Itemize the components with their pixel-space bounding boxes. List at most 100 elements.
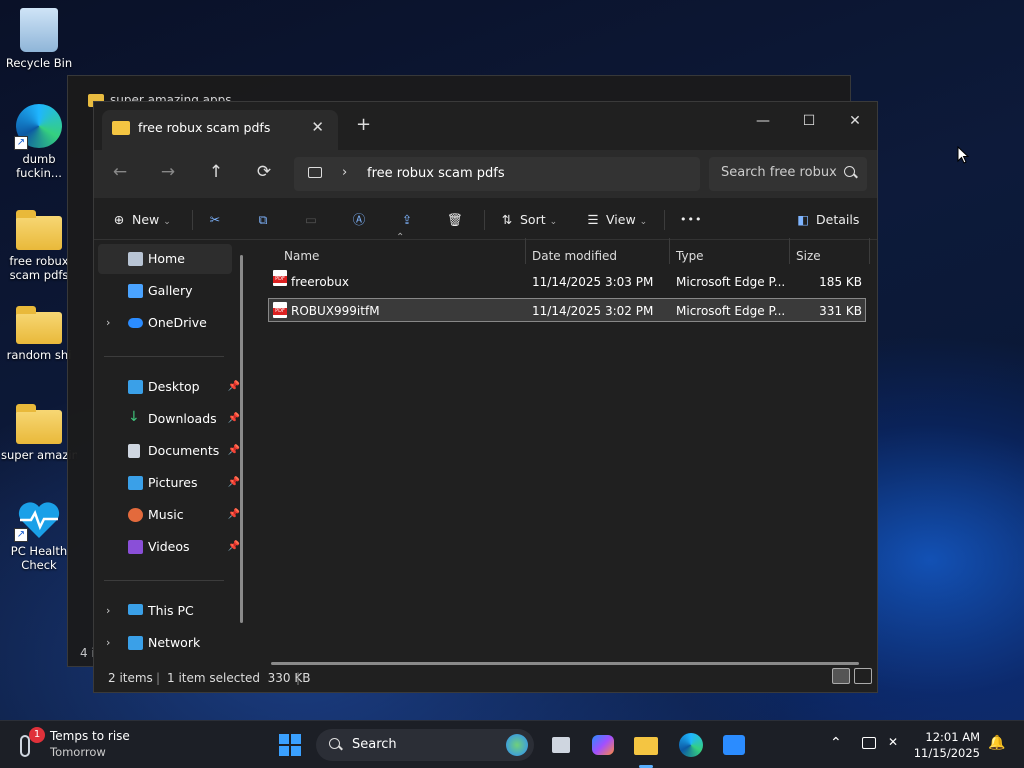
sidebar-item-music[interactable]: Music 📌 bbox=[98, 500, 240, 530]
address-path[interactable]: free robux scam pdfs bbox=[367, 166, 505, 181]
address-bar[interactable]: › free robux scam pdfs bbox=[294, 157, 700, 191]
forward-button[interactable]: → bbox=[154, 162, 182, 186]
desktop-icon-folder-random[interactable]: random shi bbox=[1, 306, 77, 362]
desktop-icon bbox=[128, 380, 143, 394]
sidebar-item-home[interactable]: Home bbox=[98, 244, 232, 274]
pdf-file-icon bbox=[273, 302, 287, 318]
delete-button[interactable]: 🗑 bbox=[446, 207, 468, 233]
chevron-up-icon[interactable]: ⌃ bbox=[830, 735, 842, 751]
edge-taskbar-button[interactable] bbox=[675, 729, 707, 761]
navigation-bar: ← → ↑ ⟳ › free robux scam pdfs bbox=[94, 150, 877, 198]
search-highlight-icon bbox=[506, 734, 528, 756]
column-divider[interactable] bbox=[525, 238, 526, 264]
sidebar-item-label: OneDrive bbox=[148, 315, 207, 330]
pin-icon[interactable]: 📌 bbox=[228, 500, 240, 530]
more-options-button[interactable]: ••• bbox=[680, 207, 702, 233]
pin-icon[interactable]: 📌 bbox=[228, 532, 240, 562]
desktop-icon-recycle-bin[interactable]: Recycle Bin bbox=[1, 8, 77, 70]
close-button[interactable]: ✕ bbox=[832, 106, 878, 136]
task-view-button[interactable] bbox=[544, 729, 576, 761]
pin-icon[interactable]: 📌 bbox=[228, 372, 240, 402]
desktop-icon-pc-health[interactable]: ↗ PC Health Check bbox=[1, 500, 77, 572]
pin-icon[interactable]: 📌 bbox=[228, 468, 240, 498]
pin-icon[interactable]: 📌 bbox=[228, 404, 240, 434]
store-taskbar-button[interactable] bbox=[718, 729, 750, 761]
network-tray-icon[interactable] bbox=[862, 737, 876, 749]
details-pane-icon: ◧ bbox=[797, 212, 809, 227]
sidebar-item-network[interactable]: › Network bbox=[98, 628, 232, 658]
start-button[interactable] bbox=[274, 729, 306, 761]
desktop-icon-label: dumb fuckin... bbox=[16, 152, 62, 180]
back-button[interactable]: ← bbox=[106, 162, 134, 186]
network-icon bbox=[128, 636, 143, 650]
column-divider[interactable] bbox=[869, 238, 870, 264]
large-icons-view-button[interactable] bbox=[854, 668, 872, 684]
file-row-selected[interactable]: ROBUX999itfM 11/14/2025 3:02 PM Microsof… bbox=[268, 298, 866, 322]
sidebar-item-pictures[interactable]: Pictures 📌 bbox=[98, 468, 240, 498]
pin-icon[interactable]: 📌 bbox=[228, 436, 240, 466]
folder-icon bbox=[112, 121, 130, 135]
file-date: 11/14/2025 3:02 PM bbox=[532, 304, 654, 318]
shortcut-arrow-icon: ↗ bbox=[14, 528, 28, 542]
details-view-button[interactable] bbox=[832, 668, 850, 684]
details-pane-button[interactable]: ◧ Details bbox=[794, 207, 859, 233]
search-input[interactable] bbox=[721, 165, 839, 180]
chevron-right-icon[interactable]: › bbox=[106, 308, 110, 338]
chevron-right-icon[interactable]: › bbox=[106, 596, 110, 626]
sidebar-item-desktop[interactable]: Desktop 📌 bbox=[98, 372, 240, 402]
column-header-date[interactable]: Date modified bbox=[532, 244, 617, 268]
column-header-name[interactable]: Name bbox=[284, 244, 319, 268]
up-button[interactable]: ↑ bbox=[202, 162, 230, 186]
sidebar-item-documents[interactable]: Documents 📌 bbox=[98, 436, 240, 466]
taskbar-search-box[interactable]: Search bbox=[316, 729, 534, 761]
sort-button[interactable]: ⇅ Sort ⌄ bbox=[498, 207, 557, 233]
share-button[interactable]: ⇪ bbox=[398, 207, 420, 233]
file-row[interactable]: freerobux 11/14/2025 3:03 PM Microsoft E… bbox=[268, 270, 866, 294]
column-divider[interactable] bbox=[789, 238, 790, 264]
status-divider: | bbox=[156, 671, 161, 685]
desktop-icon-edge-shortcut[interactable]: ↗ dumb fuckin... bbox=[1, 104, 77, 180]
chevron-right-icon[interactable]: › bbox=[342, 165, 347, 180]
view-label: View bbox=[606, 212, 636, 227]
view-button[interactable]: ☰ View ⌄ bbox=[584, 207, 647, 233]
document-icon bbox=[128, 444, 140, 458]
volume-muted-icon[interactable]: ✕ bbox=[888, 735, 898, 749]
navigation-pane: Home Gallery › OneDrive Desktop 📌 ↓ Downloa… bbox=[94, 242, 250, 666]
sort-icon: ⇅ bbox=[501, 212, 513, 227]
copilot-button[interactable] bbox=[587, 729, 619, 761]
column-header-size[interactable]: Size bbox=[796, 244, 821, 268]
copy-icon: ⧉ bbox=[258, 212, 268, 227]
desktop-icon-folder-apps[interactable]: super amazing apps bbox=[1, 404, 77, 462]
desktop-icon-folder-robux[interactable]: free robux scam pdfs bbox=[1, 210, 77, 282]
sidebar-item-videos[interactable]: Videos 📌 bbox=[98, 532, 240, 562]
paste-button[interactable]: ▭ bbox=[302, 207, 324, 233]
search-box[interactable] bbox=[709, 157, 867, 191]
maximize-button[interactable]: ☐ bbox=[786, 106, 832, 136]
sidebar-item-downloads[interactable]: ↓ Downloads 📌 bbox=[98, 404, 240, 434]
horizontal-scrollbar[interactable] bbox=[271, 662, 859, 665]
refresh-button[interactable]: ⟳ bbox=[250, 162, 278, 186]
sort-label: Sort bbox=[520, 212, 546, 227]
file-explorer-taskbar-button[interactable] bbox=[630, 729, 662, 768]
rename-button[interactable]: Ⓐ bbox=[350, 207, 372, 233]
new-tab-button[interactable]: + bbox=[356, 114, 371, 135]
chevron-right-icon[interactable]: › bbox=[106, 628, 110, 658]
column-header-type[interactable]: Type bbox=[676, 244, 704, 268]
new-button[interactable]: ⊕ New ⌄ bbox=[110, 207, 171, 233]
cut-button[interactable]: ✂ bbox=[206, 207, 228, 233]
sidebar-item-label: Gallery bbox=[148, 283, 193, 298]
sidebar-item-onedrive[interactable]: › OneDrive bbox=[98, 308, 232, 338]
tab-free-robux[interactable]: free robux scam pdfs ✕ bbox=[102, 110, 338, 150]
search-icon[interactable] bbox=[844, 166, 855, 177]
sidebar-item-gallery[interactable]: Gallery bbox=[98, 276, 232, 306]
recycle-bin-icon bbox=[20, 8, 58, 52]
clock[interactable]: 12:01 AM 11/15/2025 bbox=[914, 729, 980, 761]
download-icon: ↓ bbox=[128, 409, 140, 425]
minimize-button[interactable]: — bbox=[740, 106, 786, 136]
tab-close-button[interactable]: ✕ bbox=[311, 118, 324, 136]
sidebar-item-this-pc[interactable]: › This PC bbox=[98, 596, 232, 626]
notification-bell-icon[interactable]: 🔔 bbox=[988, 735, 1005, 751]
sidebar-scrollbar[interactable] bbox=[240, 255, 243, 623]
copy-button[interactable]: ⧉ bbox=[254, 207, 276, 233]
column-divider[interactable] bbox=[669, 238, 670, 264]
